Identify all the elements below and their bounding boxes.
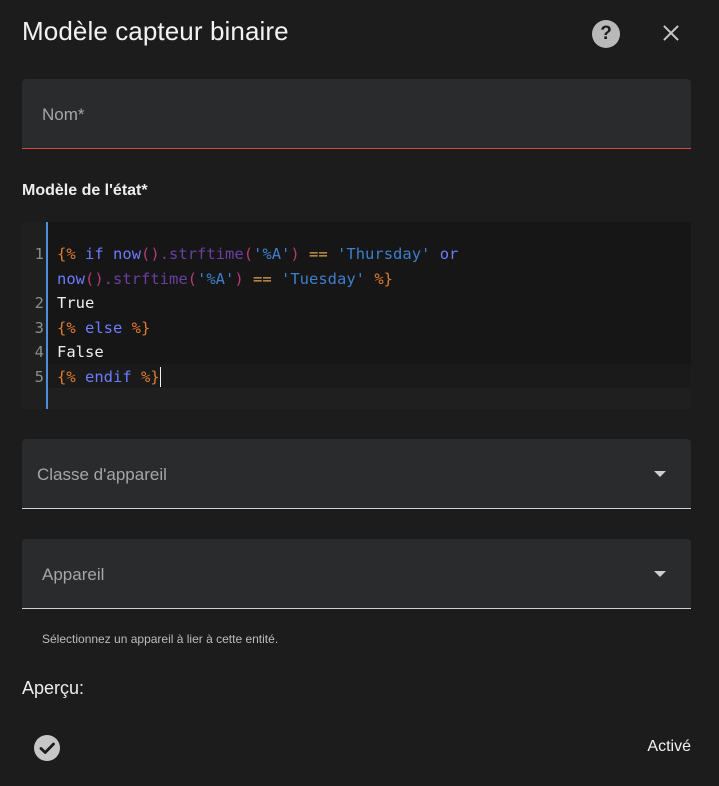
device-helper-text: Sélectionnez un appareil à lier à cette … bbox=[42, 632, 279, 646]
code-text: now().strftime('%A') == 'Tuesday' %} bbox=[57, 267, 393, 291]
name-field[interactable]: Nom* bbox=[22, 79, 691, 149]
code-token: if bbox=[85, 245, 104, 263]
code-token: now bbox=[113, 245, 142, 263]
chevron-down-icon bbox=[654, 471, 666, 477]
line-number: 4 bbox=[34, 343, 44, 361]
code-text: True bbox=[57, 291, 94, 315]
device-class-label: Classe d'appareil bbox=[37, 465, 167, 484]
code-token: ( bbox=[243, 245, 254, 263]
state-template-label: Modèle de l'état* bbox=[22, 182, 148, 199]
code-token: {% bbox=[57, 367, 76, 386]
code-token: .strftime bbox=[103, 269, 188, 288]
code-token: endif bbox=[75, 367, 141, 386]
code-token: else bbox=[75, 318, 132, 337]
name-field-label: Nom* bbox=[42, 105, 85, 124]
code-token: True bbox=[57, 294, 95, 312]
state-template-editor[interactable]: 1 {% if now().strftime('%A') == 'Thursday… bbox=[22, 222, 691, 409]
code-token: or bbox=[430, 245, 459, 263]
code-token: 'Tuesday' bbox=[281, 269, 366, 288]
line-number: 1 bbox=[34, 245, 44, 263]
device-select[interactable]: Appareil bbox=[22, 539, 691, 609]
dialog-title: Modèle capteur binaire bbox=[22, 16, 289, 46]
line-number: 2 bbox=[34, 294, 44, 312]
code-token: ( bbox=[187, 269, 198, 288]
code-token: ) bbox=[234, 269, 244, 288]
code-token: '%A' bbox=[197, 269, 235, 288]
code-token: 'Thursday' bbox=[337, 245, 431, 263]
code-token: .strftime bbox=[159, 245, 244, 263]
check-circle-icon bbox=[34, 735, 60, 761]
chevron-down-icon bbox=[654, 571, 666, 577]
close-icon[interactable] bbox=[656, 18, 686, 48]
code-token: () bbox=[85, 269, 104, 288]
line-number: 3 bbox=[34, 318, 44, 337]
device-class-select[interactable]: Classe d'appareil bbox=[22, 439, 691, 509]
code-token: now bbox=[57, 269, 85, 288]
code-text: {% else %} bbox=[57, 316, 150, 340]
code-token: %} bbox=[141, 367, 160, 386]
code-token: '%A' bbox=[253, 245, 291, 263]
code-token: {% bbox=[57, 245, 76, 263]
code-text: False bbox=[57, 340, 104, 364]
code-token: == bbox=[299, 245, 338, 263]
text-cursor bbox=[159, 367, 161, 387]
preview-title: Aperçu: bbox=[22, 678, 85, 698]
code-token: False bbox=[57, 343, 104, 361]
code-token: () bbox=[141, 245, 160, 263]
code-token: {% bbox=[57, 318, 76, 337]
preview-state: Activé bbox=[647, 738, 691, 755]
code-text: {% endif %} bbox=[57, 365, 161, 389]
code-token: == bbox=[243, 269, 282, 288]
code-token: %} bbox=[131, 318, 151, 337]
code-text: {% if now().strftime('%A') == 'Thursday'… bbox=[57, 242, 458, 266]
code-token: %} bbox=[365, 269, 394, 288]
code-token: ) bbox=[290, 245, 300, 263]
device-label: Appareil bbox=[42, 565, 105, 584]
editor-gutter-border bbox=[46, 222, 48, 409]
line-number: 5 bbox=[34, 367, 44, 386]
help-icon[interactable]: ? bbox=[592, 20, 620, 48]
